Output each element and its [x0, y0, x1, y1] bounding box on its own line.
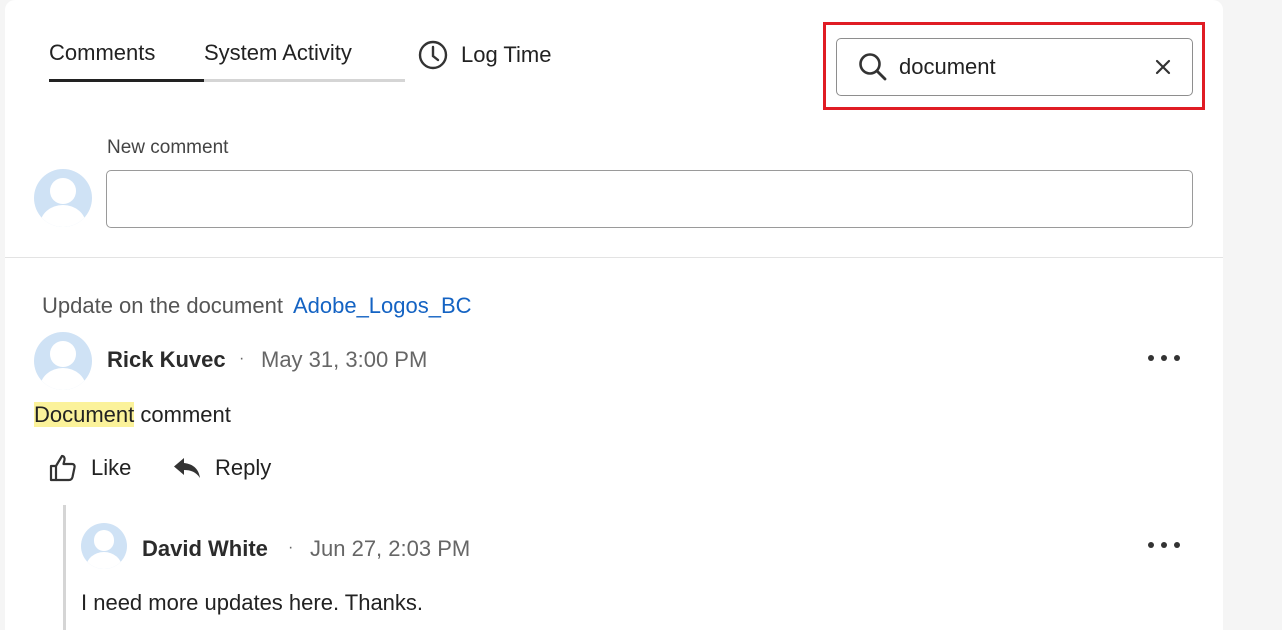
search-match-highlight: Document [34, 402, 135, 427]
search-input[interactable] [899, 54, 1149, 80]
close-icon[interactable] [1152, 56, 1174, 78]
reply-arrow-icon [174, 458, 200, 478]
comments-panel: Comments System Activity Log Time New co… [5, 0, 1223, 630]
comment-body-rest: comment [134, 402, 231, 427]
tab-comments[interactable]: Comments [49, 38, 204, 82]
clock-icon [418, 40, 448, 70]
tab-comments-label: Comments [49, 40, 156, 65]
log-time-label: Log Time [461, 42, 552, 67]
comment-timestamp: May 31, 3:00 PM [261, 347, 428, 372]
current-user-avatar [34, 169, 92, 227]
more-options-icon[interactable] [1148, 355, 1180, 365]
reply-thread-line [63, 505, 66, 630]
thread-context: Update on the document Adobe_Logos_BC [42, 293, 472, 319]
search-field[interactable] [836, 38, 1193, 96]
tab-system-activity-label: System Activity [204, 40, 352, 65]
tab-system-activity[interactable]: System Activity [204, 38, 405, 82]
reply-button[interactable]: Reply [171, 452, 271, 484]
reply-author: David White [142, 536, 268, 561]
thumbs-up-icon [49, 454, 76, 482]
new-comment-input[interactable] [106, 170, 1193, 228]
separator-dot: · [288, 539, 294, 556]
search-icon [859, 53, 887, 81]
avatar [34, 332, 92, 390]
comment-body: Document comment [34, 402, 231, 428]
divider [5, 257, 1223, 258]
log-time-button[interactable]: Log Time [417, 38, 552, 72]
reply-body: I need more updates here. Thanks. [81, 590, 424, 615]
like-label: Like [91, 455, 132, 480]
avatar [81, 523, 127, 569]
separator-dot: · [239, 350, 245, 367]
more-options-icon[interactable] [1148, 542, 1180, 552]
thread-context-prefix: Update on the document [42, 293, 283, 318]
like-button[interactable]: Like [47, 452, 131, 484]
new-comment-label: New comment [107, 137, 229, 158]
reply-timestamp: Jun 27, 2:03 PM [310, 536, 471, 561]
comment-author: Rick Kuvec [107, 347, 226, 372]
document-link[interactable]: Adobe_Logos_BC [293, 293, 472, 318]
reply-label: Reply [215, 455, 272, 480]
tab-bar: Comments System Activity [49, 38, 405, 82]
